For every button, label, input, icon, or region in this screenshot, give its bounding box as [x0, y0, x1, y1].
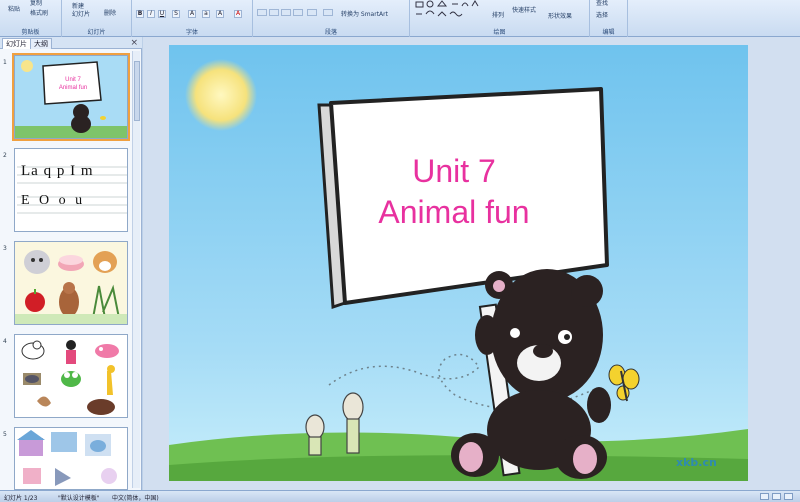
font-group-label: 字体 [185, 29, 198, 36]
thumbnail-title-line1: Unit 7 [65, 77, 81, 83]
thumbnail-number: 3 [3, 245, 7, 252]
bold-button[interactable]: B [136, 10, 144, 18]
thumbnail-5-art [15, 428, 127, 489]
bear-icon [451, 269, 611, 479]
slide-artwork [169, 59, 748, 481]
thumbnail-number: 5 [3, 431, 7, 438]
thumbnail-3-art [15, 242, 127, 324]
strikethrough-button[interactable]: S [172, 10, 180, 18]
slide-sorter-button[interactable] [772, 493, 781, 500]
thumbnail-4-art [15, 335, 127, 417]
find-button[interactable]: 查找 [596, 0, 608, 7]
butterfly-icon [608, 364, 640, 402]
columns-button[interactable] [307, 9, 317, 16]
ribbon: 粘贴 复制 格式刷 剪贴板 新建 幻灯片 删除 幻灯片 B I U S A a … [0, 0, 800, 37]
thumbnail-scrollbar[interactable] [132, 51, 140, 488]
thumbnail-2-letters-row2: E O o u [21, 193, 86, 208]
slides-panel: 幻灯片 大纲 × 1 Unit 7 Animal fun 2 La q p I … [0, 37, 142, 490]
delete-slide-button[interactable]: 删除 [104, 8, 116, 17]
powerpoint-window: 粘贴 复制 格式刷 剪贴板 新建 幻灯片 删除 幻灯片 B I U S A a … [0, 0, 800, 502]
align-center-button[interactable] [269, 9, 279, 16]
align-left-button[interactable] [257, 9, 267, 16]
thumbnail-title-line2: Animal fun [58, 85, 88, 91]
thumbnail-number: 2 [3, 152, 7, 159]
panel-tabs: 幻灯片 大纲 × [0, 37, 142, 49]
slide-title-line2[interactable]: Animal fun [359, 194, 549, 231]
clear-format-button[interactable]: A [216, 10, 224, 18]
slide-editor: Unit 7 Animal fun xkb.cn [143, 37, 800, 490]
slide-counter: 幻灯片 1/23 [4, 495, 38, 502]
convert-smartart-button[interactable]: 转换为 SmartArt [341, 9, 388, 18]
new-slide-button[interactable]: 新建 幻灯片 [72, 3, 90, 19]
thumbnail-2-letters-row1: La q p I m [21, 163, 94, 179]
editing-group: 查找 选择 编辑 [590, 0, 628, 37]
watermark-logo: xkb.cn [676, 456, 717, 469]
spacing-button[interactable]: A [188, 10, 196, 18]
slideshow-button[interactable] [784, 493, 793, 500]
shape-effects-button[interactable]: 形状效果 [548, 11, 572, 20]
clipboard-group: 粘贴 复制 格式刷 剪贴板 [0, 0, 62, 37]
paragraph-group-label: 段落 [324, 29, 337, 36]
editing-group-label: 编辑 [602, 29, 615, 36]
close-icon[interactable]: × [130, 38, 138, 48]
text-direction-button[interactable] [323, 9, 333, 16]
normal-view-button[interactable] [760, 493, 769, 500]
clipboard-group-label: 剪贴板 [21, 29, 40, 36]
slides-group: 新建 幻灯片 删除 幻灯片 [62, 0, 132, 37]
justify-button[interactable] [293, 9, 303, 16]
language-indicator[interactable]: 中文(简体，中国) [112, 493, 159, 502]
status-bar: 幻灯片 1/23 "默认设计模板" 中文(简体，中国) [0, 490, 800, 502]
thumbnail-number: 4 [3, 338, 7, 345]
slide-thumbnail-3[interactable] [14, 241, 128, 325]
tab-slides[interactable]: 幻灯片 [2, 38, 31, 49]
paragraph-group: 转换为 SmartArt 段落 [253, 0, 410, 37]
thumbnail-1-art [15, 56, 127, 138]
underline-button[interactable]: U [158, 10, 166, 18]
slide-thumbnail-4[interactable] [14, 334, 128, 418]
quick-styles-button[interactable]: 快速样式 [512, 5, 536, 14]
font-group: B I U S A a A A 字体 [132, 0, 253, 37]
format-painter-button[interactable]: 格式刷 [30, 8, 48, 17]
arrange-button[interactable]: 排列 [492, 10, 504, 19]
slide-thumbnail-2[interactable]: La q p I m E O o u [14, 148, 128, 232]
change-case-button[interactable]: a [202, 10, 210, 18]
drawing-group: 排列 快速样式 形状效果 绘图 [410, 0, 590, 37]
shapes-gallery[interactable] [414, 0, 484, 18]
theme-name[interactable]: "默认设计模板" [58, 493, 100, 502]
drawing-group-label: 绘图 [493, 29, 506, 36]
slides-group-label: 幻灯片 [87, 29, 106, 36]
select-button[interactable]: 选择 [596, 10, 608, 19]
tab-outline[interactable]: 大纲 [30, 38, 52, 49]
italic-button[interactable]: I [147, 10, 155, 18]
sun-icon [185, 59, 257, 131]
slide-canvas[interactable]: Unit 7 Animal fun xkb.cn [169, 45, 748, 481]
copy-button[interactable]: 复制 [30, 0, 42, 7]
font-color-button[interactable]: A [234, 10, 242, 18]
align-right-button[interactable] [281, 9, 291, 16]
slide-title-line1[interactable]: Unit 7 [404, 153, 504, 190]
scrollbar-thumb[interactable] [134, 61, 140, 121]
slide-thumbnail-1[interactable]: Unit 7 Animal fun [12, 53, 130, 141]
slide-thumbnail-5[interactable] [14, 427, 128, 490]
paste-button[interactable]: 粘贴 [8, 4, 20, 13]
thumbnail-2-art [15, 149, 127, 231]
thumbnail-number: 1 [3, 59, 7, 66]
